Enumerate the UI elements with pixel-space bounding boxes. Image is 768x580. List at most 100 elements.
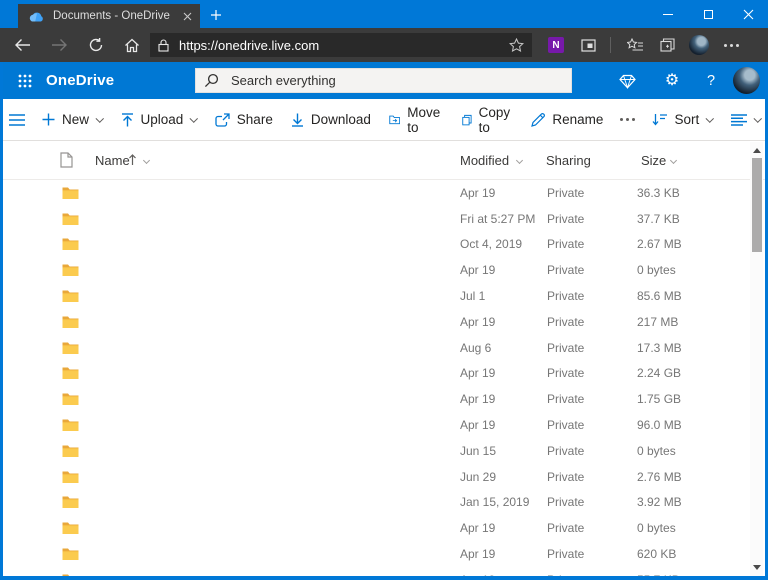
list-header: Name Modified Sharing Size: [3, 141, 765, 180]
file-modified: Apr 19: [460, 366, 495, 380]
file-modified: Oct 4, 2019: [460, 237, 522, 251]
app-launcher-button[interactable]: [15, 71, 35, 91]
reading-view-button[interactable]: [574, 31, 602, 59]
tab-close-icon[interactable]: [183, 12, 192, 21]
chevron-down-icon: [190, 114, 198, 122]
onedrive-brand[interactable]: OneDrive: [46, 72, 114, 89]
file-modified: Jun 29: [460, 470, 496, 484]
help-button[interactable]: ?: [700, 70, 722, 92]
column-header-modified[interactable]: Modified: [460, 153, 509, 168]
file-rows: Apr 19 Private 36.3 KB Fri at 5:27 PM Pr…: [3, 180, 765, 576]
file-row[interactable]: Jun 29 Private 2.76 MB: [3, 464, 765, 490]
sort-label: Sort: [674, 112, 699, 127]
folder-icon: [62, 393, 79, 406]
file-sharing: Private: [547, 341, 584, 355]
file-modified: Apr 19: [460, 547, 495, 561]
rename-pencil-icon: [531, 113, 545, 127]
file-sharing: Private: [547, 186, 584, 200]
minimize-button[interactable]: [648, 0, 688, 28]
scroll-up-button[interactable]: [750, 144, 763, 157]
toolbar-more-button[interactable]: [612, 118, 643, 121]
download-button[interactable]: Download: [282, 105, 380, 135]
file-modified: Apr 19: [460, 315, 495, 329]
sort-ascending-icon: [128, 154, 137, 166]
titlebar: Documents - OneDrive: [0, 0, 768, 28]
file-row[interactable]: Jun 15 Private 0 bytes: [3, 438, 765, 464]
upload-icon: [121, 113, 134, 127]
file-row[interactable]: Apr 19 Private 217 MB: [3, 309, 765, 335]
upload-button[interactable]: Upload: [112, 105, 206, 135]
search-input[interactable]: Search everything: [195, 68, 572, 93]
file-row[interactable]: Apr 19 Private 0 bytes: [3, 515, 765, 541]
browser-profile-button[interactable]: [685, 31, 713, 59]
file-sharing: Private: [547, 547, 584, 561]
settings-button[interactable]: ⚙: [661, 70, 683, 92]
file-row[interactable]: Aug 6 Private 17.3 MB: [3, 335, 765, 361]
column-header-sharing[interactable]: Sharing: [546, 153, 591, 168]
address-bar[interactable]: https://onedrive.live.com: [150, 33, 532, 57]
maximize-icon: [704, 10, 713, 19]
download-icon: [291, 113, 304, 127]
scrollbar-thumb[interactable]: [752, 158, 762, 252]
forward-button[interactable]: [44, 30, 74, 60]
add-favorite-star-icon[interactable]: [509, 38, 524, 52]
rename-button[interactable]: Rename: [522, 105, 612, 135]
maximize-button[interactable]: [688, 0, 728, 28]
close-icon: [743, 9, 754, 20]
collections-button[interactable]: [653, 31, 681, 59]
chevron-down-icon[interactable]: [670, 157, 677, 164]
share-icon: [215, 113, 230, 127]
file-row[interactable]: Apr 19 Private 0 bytes: [3, 257, 765, 283]
menu-button[interactable]: [9, 106, 25, 134]
file-row[interactable]: Apr 19 Private 96.0 MB: [3, 412, 765, 438]
sort-button[interactable]: Sort: [643, 105, 721, 135]
url-text: https://onedrive.live.com: [179, 38, 509, 53]
file-row[interactable]: Apr 19 Private 1.75 GB: [3, 386, 765, 412]
file-row[interactable]: Fri at 5:27 PM Private 37.7 KB: [3, 206, 765, 232]
file-modified: Aug 6: [460, 341, 491, 355]
chevron-down-icon[interactable]: [143, 157, 150, 164]
move-to-label: Move to: [407, 105, 444, 135]
file-row[interactable]: Jul 1 Private 85.6 MB: [3, 283, 765, 309]
move-to-button[interactable]: Move to: [380, 105, 453, 135]
help-icon: ?: [707, 73, 715, 89]
home-button[interactable]: [117, 30, 147, 60]
file-row[interactable]: Jan 15, 2019 Private 3.92 MB: [3, 490, 765, 516]
triangle-up-icon: [753, 148, 761, 153]
file-row[interactable]: Oct 4, 2019 Private 2.67 MB: [3, 232, 765, 258]
vertical-scrollbar[interactable]: [750, 142, 763, 576]
new-tab-button[interactable]: [206, 6, 226, 24]
file-modified: Apr 19: [460, 186, 495, 200]
close-button[interactable]: [728, 0, 768, 28]
refresh-icon: [88, 37, 104, 53]
file-row[interactable]: Apr 19 Private 2.24 GB: [3, 361, 765, 387]
view-options-button[interactable]: [722, 105, 765, 135]
file-size: 3.92 MB: [637, 495, 682, 509]
file-sharing: Private: [547, 521, 584, 535]
reading-view-icon: [581, 39, 596, 52]
file-sharing: Private: [547, 237, 584, 251]
folder-icon: [62, 419, 79, 432]
settings-more-button[interactable]: [717, 31, 745, 59]
new-button[interactable]: New: [33, 105, 112, 135]
share-button[interactable]: Share: [206, 105, 282, 135]
favorites-list-button[interactable]: [621, 31, 649, 59]
refresh-button[interactable]: [81, 30, 111, 60]
chevron-down-icon[interactable]: [516, 157, 523, 164]
file-size: 0 bytes: [637, 263, 676, 277]
back-button[interactable]: [7, 30, 37, 60]
file-sharing: Private: [547, 366, 584, 380]
file-row[interactable]: Apr 19 Private 55.7 KB: [3, 567, 765, 576]
column-header-name[interactable]: Name: [95, 153, 130, 168]
copy-to-button[interactable]: Copy to: [453, 105, 523, 135]
browser-tab[interactable]: Documents - OneDrive: [18, 4, 200, 28]
premium-button[interactable]: [616, 70, 638, 92]
column-header-size[interactable]: Size: [641, 153, 666, 168]
file-size: 2.67 MB: [637, 237, 682, 251]
file-row[interactable]: Apr 19 Private 36.3 KB: [3, 180, 765, 206]
file-size: 85.6 MB: [637, 289, 682, 303]
account-avatar[interactable]: [733, 67, 760, 94]
scroll-down-button[interactable]: [750, 561, 763, 574]
file-row[interactable]: Apr 19 Private 620 KB: [3, 541, 765, 567]
onenote-clipper-button[interactable]: N: [542, 31, 570, 59]
